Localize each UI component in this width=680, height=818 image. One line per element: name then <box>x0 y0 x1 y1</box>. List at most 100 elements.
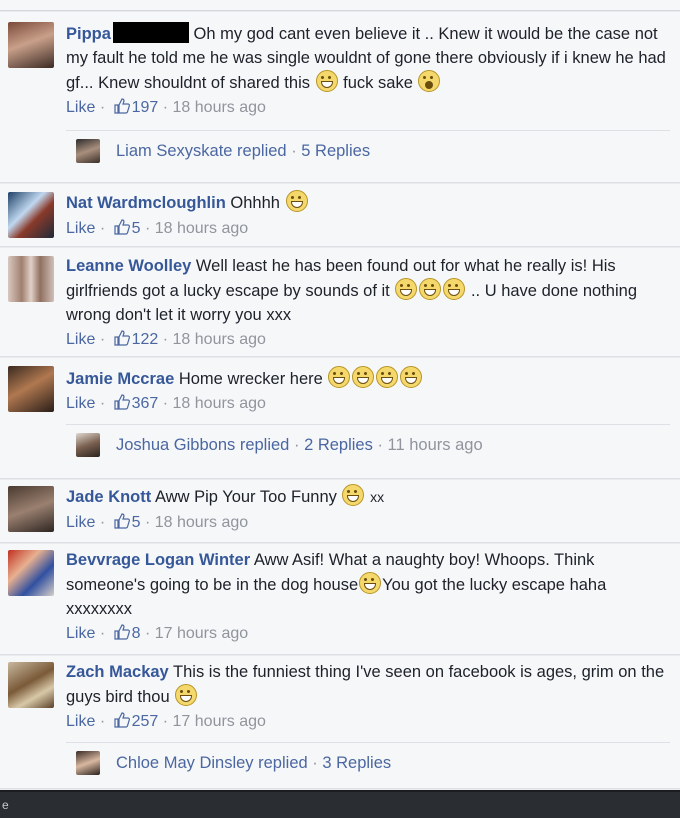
reply-timestamp[interactable]: 11 hours ago <box>388 436 483 454</box>
timestamp[interactable]: 17 hours ago <box>173 713 266 730</box>
like-button[interactable]: Like <box>66 395 95 412</box>
timestamp[interactable]: 18 hours ago <box>155 514 248 531</box>
reply-text[interactable]: Joshua Gibbons replied · 2 Replies · 11 … <box>116 435 483 455</box>
comment-author[interactable]: Jamie Mccrae <box>66 370 174 388</box>
avatar[interactable] <box>8 192 54 238</box>
laughing-emoji-icon <box>342 484 365 506</box>
like-count[interactable]: 5 <box>132 514 141 531</box>
comment-body: Jade Knott Aww Pip Your Too Funny xx <box>66 484 670 509</box>
thumbs-up-icon[interactable] <box>113 219 130 235</box>
comment-meta: Like · 257 · 17 hours ago <box>66 712 266 732</box>
reply-summary[interactable]: Joshua Gibbons replied · 2 Replies · 11 … <box>66 424 670 465</box>
comment-text-tail: fuck sake <box>343 74 413 92</box>
reply-count[interactable]: 5 Replies <box>301 142 370 160</box>
redaction-box <box>112 22 189 43</box>
comment-zach: Zach Mackay This is the funniest thing I… <box>0 656 680 789</box>
like-count[interactable]: 5 <box>132 220 141 237</box>
separator: · <box>144 625 151 642</box>
grinning-emoji-icon <box>285 190 308 212</box>
separator: · <box>293 436 300 454</box>
comment-meta: Like · 367 · 18 hours ago <box>66 394 266 414</box>
like-button[interactable]: Like <box>66 99 95 116</box>
thumbs-up-icon[interactable] <box>113 394 130 410</box>
comment-body: Leanne Woolley Well least he has been fo… <box>66 254 670 327</box>
laughing-emoji-icon <box>400 366 423 388</box>
comment-body: Pippa Oh my god cant even believe it .. … <box>66 22 670 95</box>
separator: · <box>162 395 169 412</box>
timestamp[interactable]: 18 hours ago <box>173 99 266 116</box>
separator: · <box>99 625 106 642</box>
avatar[interactable] <box>8 662 54 708</box>
thumbs-up-icon[interactable] <box>113 712 130 728</box>
separator: · <box>291 142 297 160</box>
laughing-emoji-icon <box>328 366 351 388</box>
comment-author[interactable]: Pippa <box>66 25 111 43</box>
reply-avatar <box>76 139 100 163</box>
separator: · <box>312 754 318 772</box>
avatar[interactable] <box>8 256 54 302</box>
comment-author[interactable]: Zach Mackay <box>66 663 169 681</box>
timestamp[interactable]: 18 hours ago <box>173 395 266 412</box>
like-button[interactable]: Like <box>66 514 95 531</box>
separator: · <box>162 99 169 116</box>
like-count[interactable]: 197 <box>132 99 159 116</box>
comment-author[interactable]: Leanne Woolley <box>66 257 191 275</box>
timestamp[interactable]: 18 hours ago <box>173 331 266 348</box>
separator: · <box>377 436 383 454</box>
comment-author[interactable]: Nat Wardmcloughlin <box>66 194 226 212</box>
like-button[interactable]: Like <box>66 331 95 348</box>
like-count[interactable]: 257 <box>132 713 159 730</box>
comment-body: Bevvrage Logan Winter Aww Asif! What a n… <box>66 548 670 621</box>
thumbs-up-icon[interactable] <box>113 513 130 529</box>
reply-summary[interactable]: Chloe May Dinsley replied · 3 Replies <box>66 742 670 783</box>
comment-meta: Like · 122 · 18 hours ago <box>66 330 266 350</box>
comment-text-tail: xx <box>370 489 385 505</box>
separator: · <box>99 395 106 412</box>
comment-text: Ohhhh <box>230 194 280 212</box>
comment-meta: Like · 8 · 17 hours ago <box>66 624 248 644</box>
comment-meta: Like · 5 · 18 hours ago <box>66 513 248 533</box>
reply-author[interactable]: Chloe May Dinsley replied <box>116 754 308 772</box>
separator: · <box>162 331 169 348</box>
avatar[interactable] <box>8 366 54 412</box>
reply-count[interactable]: 3 Replies <box>322 754 391 772</box>
grinning-emoji-icon <box>315 70 338 92</box>
comment-author[interactable]: Bevvrage Logan Winter <box>66 551 250 569</box>
comment-meta: Like · 197 · 18 hours ago <box>66 98 266 118</box>
shocked-emoji-icon <box>418 70 441 92</box>
like-button[interactable]: Like <box>66 625 95 642</box>
like-count[interactable]: 367 <box>132 395 159 412</box>
like-count[interactable]: 122 <box>132 331 159 348</box>
avatar[interactable] <box>8 486 54 532</box>
reply-author[interactable]: Joshua Gibbons replied <box>116 436 289 454</box>
comment-leanne: Leanne Woolley Well least he has been fo… <box>0 248 680 357</box>
laughing-emoji-icon <box>352 366 375 388</box>
reply-author[interactable]: Liam Sexyskate replied <box>116 142 287 160</box>
laughing-emoji-icon <box>376 366 399 388</box>
reply-text[interactable]: Chloe May Dinsley replied · 3 Replies <box>116 753 391 773</box>
laughing-emoji-icon <box>175 684 198 706</box>
thumbs-up-icon[interactable] <box>113 624 130 640</box>
separator: · <box>162 713 169 730</box>
like-button[interactable]: Like <box>66 713 95 730</box>
comment-pippa: Pippa Oh my god cant even believe it .. … <box>0 12 680 183</box>
avatar[interactable] <box>8 550 54 596</box>
timestamp[interactable]: 17 hours ago <box>155 625 248 642</box>
previous-comment-edge <box>0 0 680 11</box>
laughing-emoji-icon <box>395 278 418 300</box>
comment-author[interactable]: Jade Knott <box>66 488 151 506</box>
separator: · <box>99 514 106 531</box>
comment-jamie: Jamie Mccrae Home wrecker here Like · 36… <box>0 358 680 479</box>
reply-summary[interactable]: Liam Sexyskate replied · 5 Replies <box>66 130 670 171</box>
taskbar: e <box>0 790 680 818</box>
like-count[interactable]: 8 <box>132 625 141 642</box>
timestamp[interactable]: 18 hours ago <box>155 220 248 237</box>
thumbs-up-icon[interactable] <box>113 98 130 114</box>
reply-text[interactable]: Liam Sexyskate replied · 5 Replies <box>116 141 370 161</box>
avatar[interactable] <box>8 22 54 68</box>
reply-count[interactable]: 2 Replies <box>304 436 373 454</box>
comment-body: Jamie Mccrae Home wrecker here <box>66 366 670 391</box>
thumbs-up-icon[interactable] <box>113 330 130 346</box>
like-button[interactable]: Like <box>66 220 95 237</box>
separator: · <box>99 99 106 116</box>
